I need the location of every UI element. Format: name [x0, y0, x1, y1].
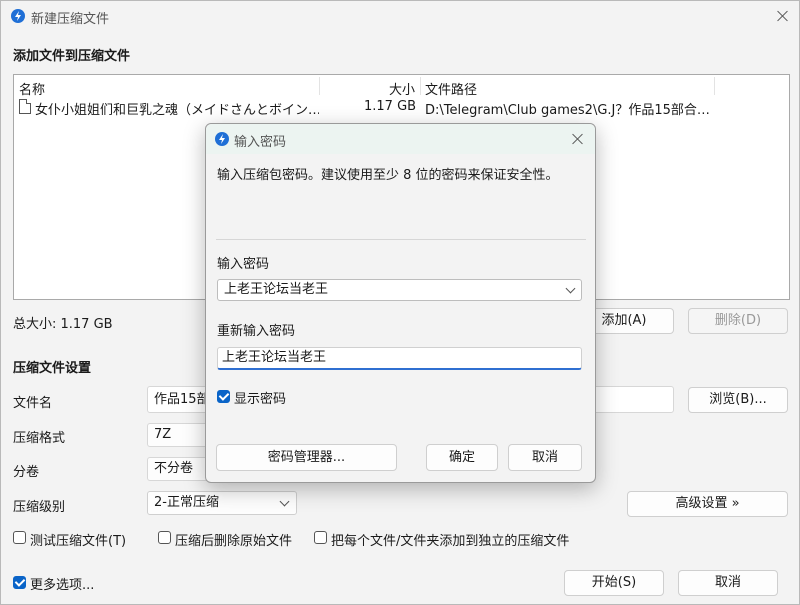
dialog-cancel-button[interactable]: 取消	[508, 444, 582, 471]
divider	[216, 239, 586, 240]
password-input[interactable]: 上老王论坛当老王	[217, 279, 582, 301]
test-archive-label: 测试压缩文件(T)	[30, 534, 127, 549]
advanced-settings-button[interactable]: 高级设置 »	[627, 491, 788, 517]
column-header-name[interactable]: 名称	[19, 79, 45, 98]
filename-label: 文件名	[13, 396, 53, 411]
file-path: D:\Telegram\Club games2\G.J？作品15部合…	[425, 103, 710, 118]
test-archive-checkbox[interactable]	[13, 531, 26, 544]
split-label: 分卷	[13, 465, 40, 480]
chevron-down-icon	[279, 496, 290, 507]
show-password-label: 显示密码	[234, 392, 287, 407]
password-value: 上老王论坛当老王	[224, 282, 329, 297]
start-button[interactable]: 开始(S)	[564, 570, 664, 596]
file-size: 1.17 GB	[364, 99, 417, 114]
level-label: 压缩级别	[13, 500, 66, 515]
level-select-value: 2-正常压缩	[154, 495, 219, 510]
level-select[interactable]: 2-正常压缩	[147, 491, 297, 515]
column-header-size[interactable]: 大小	[389, 79, 415, 98]
delete-button[interactable]: 删除(D)	[688, 308, 788, 334]
confirm-password-label: 重新输入密码	[217, 324, 296, 339]
table-row[interactable]: 女仆小姐姐们和巨乳之魂（メイドさんとボイン… 1.17 GB D:\Telegr…	[14, 97, 789, 118]
cancel-button[interactable]: 取消	[678, 570, 778, 596]
confirm-password-input[interactable]: 上老王论坛当老王	[217, 347, 582, 370]
password-label: 输入密码	[217, 257, 270, 272]
delete-after-checkbox[interactable]	[158, 531, 171, 544]
file-icon	[19, 99, 31, 114]
separate-archives-label: 把每个文件/文件夹添加到独立的压缩文件	[331, 534, 570, 549]
section-settings-heading: 压缩文件设置	[13, 361, 92, 376]
total-size: 总大小: 1.17 GB	[13, 317, 113, 332]
window-title: 新建压缩文件	[31, 12, 110, 27]
dialog-close-icon[interactable]	[570, 131, 586, 147]
app-icon	[11, 9, 25, 23]
password-manager-button[interactable]: 密码管理器...	[216, 444, 397, 471]
separate-archives-checkbox[interactable]	[314, 531, 327, 544]
app-icon	[215, 132, 229, 146]
browse-button[interactable]: 浏览(B)...	[688, 387, 788, 413]
column-header-path[interactable]: 文件路径	[425, 79, 477, 98]
chevron-down-icon	[565, 283, 576, 294]
format-label: 压缩格式	[13, 431, 66, 446]
delete-after-label: 压缩后删除原始文件	[175, 534, 293, 549]
section-add-heading: 添加文件到压缩文件	[13, 49, 131, 64]
dialog-title: 输入密码	[234, 135, 287, 150]
close-icon[interactable]	[775, 8, 791, 24]
ok-button[interactable]: 确定	[426, 444, 498, 471]
password-dialog: 输入密码 输入压缩包密码。建议使用至少 8 位的密码来保证安全性。 输入密码 上…	[205, 123, 596, 483]
more-options-checkbox[interactable]	[13, 576, 26, 589]
more-options-label: 更多选项...	[30, 578, 95, 593]
show-password-checkbox[interactable]	[217, 390, 230, 403]
dialog-description: 输入压缩包密码。建议使用至少 8 位的密码来保证安全性。	[217, 168, 559, 183]
file-name: 女仆小姐姐们和巨乳之魂（メイドさんとボイン…	[35, 103, 319, 118]
